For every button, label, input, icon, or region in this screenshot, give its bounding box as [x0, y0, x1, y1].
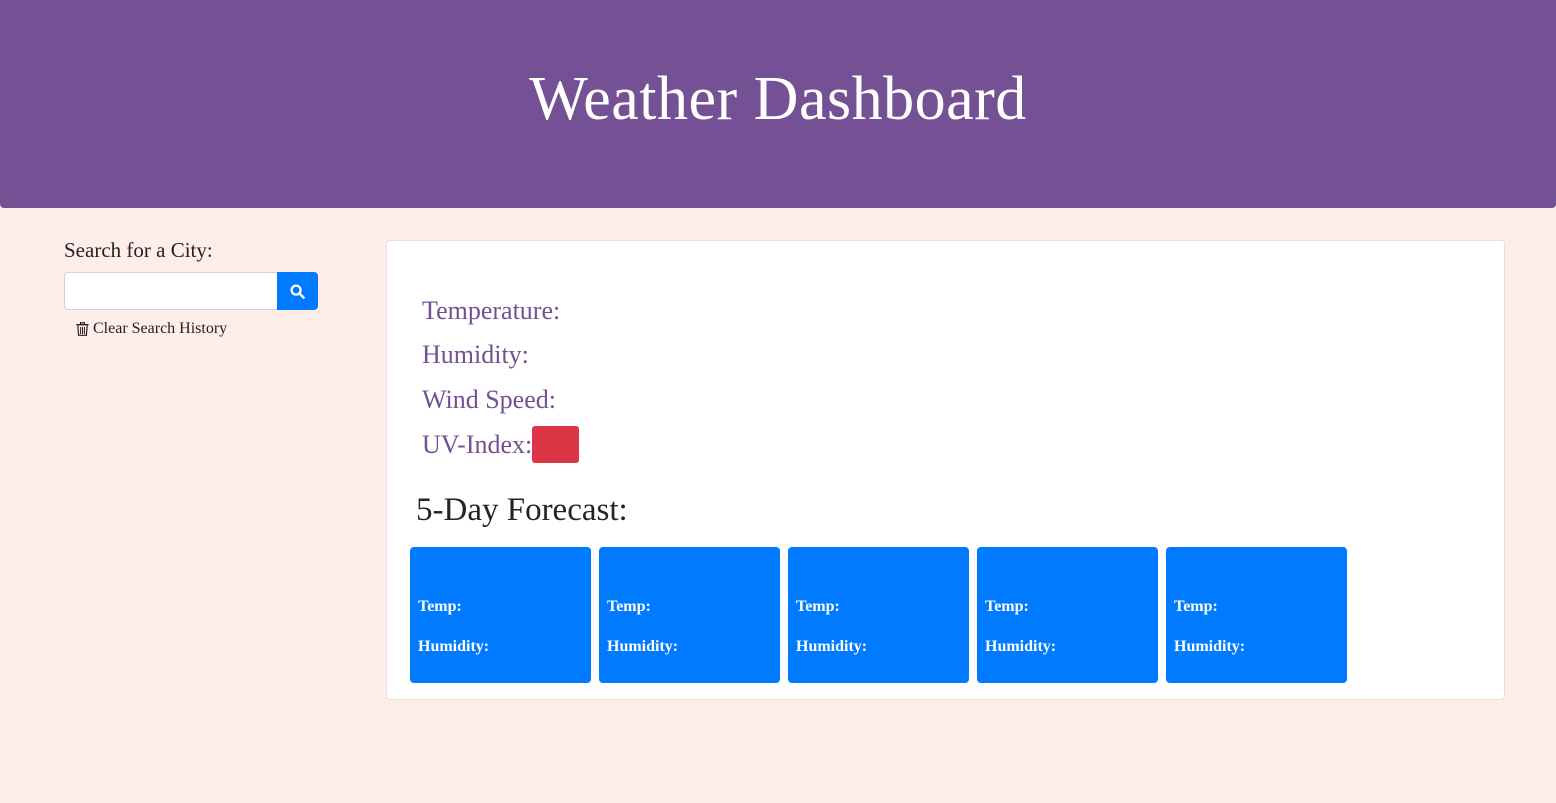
- page-header: Weather Dashboard: [0, 0, 1556, 208]
- uv-index-badge: [532, 425, 580, 463]
- humidity-label: Humidity:: [422, 340, 529, 369]
- clear-history-label: Clear Search History: [93, 320, 228, 337]
- wind-speed-label: Wind Speed:: [422, 385, 556, 414]
- forecast-title: 5-Day Forecast:: [416, 492, 628, 528]
- forecast-day-card: Temp: Humidity:: [410, 547, 591, 683]
- forecast-day-card: Temp: Humidity:: [788, 547, 969, 683]
- forecast-temp-label: Temp:: [607, 598, 651, 615]
- uv-index-label: UV-Index:: [422, 430, 533, 459]
- current-weather-card: Temperature: Humidity: Wind Speed: UV-In…: [386, 240, 1505, 700]
- city-search-input[interactable]: [64, 272, 277, 310]
- search-button[interactable]: [277, 272, 318, 310]
- page-title: Weather Dashboard: [529, 64, 1027, 133]
- forecast-temp-label: Temp:: [796, 598, 840, 615]
- forecast-humidity-label: Humidity:: [607, 638, 679, 655]
- forecast-humidity-label: Humidity:: [796, 638, 868, 655]
- search-form: [64, 272, 318, 310]
- temperature-label: Temperature:: [422, 296, 561, 325]
- forecast-day-card: Temp: Humidity:: [977, 547, 1158, 683]
- search-label: Search for a City:: [64, 238, 213, 262]
- trash-icon: [76, 322, 89, 336]
- forecast-temp-label: Temp:: [418, 598, 462, 615]
- forecast-humidity-label: Humidity:: [1174, 638, 1246, 655]
- forecast-temp-label: Temp:: [1174, 598, 1218, 615]
- forecast-day-card: Temp: Humidity:: [1166, 547, 1347, 683]
- forecast-row: Temp: Humidity: Temp: Humidity: Temp: Hu…: [410, 547, 1347, 683]
- forecast-day-card: Temp: Humidity:: [599, 547, 780, 683]
- forecast-temp-label: Temp:: [985, 598, 1029, 615]
- forecast-humidity-label: Humidity:: [985, 638, 1057, 655]
- search-icon: [290, 283, 305, 299]
- forecast-humidity-label: Humidity:: [418, 638, 490, 655]
- uv-index-row: UV-Index:: [422, 425, 580, 463]
- clear-history-button[interactable]: Clear Search History: [76, 320, 227, 338]
